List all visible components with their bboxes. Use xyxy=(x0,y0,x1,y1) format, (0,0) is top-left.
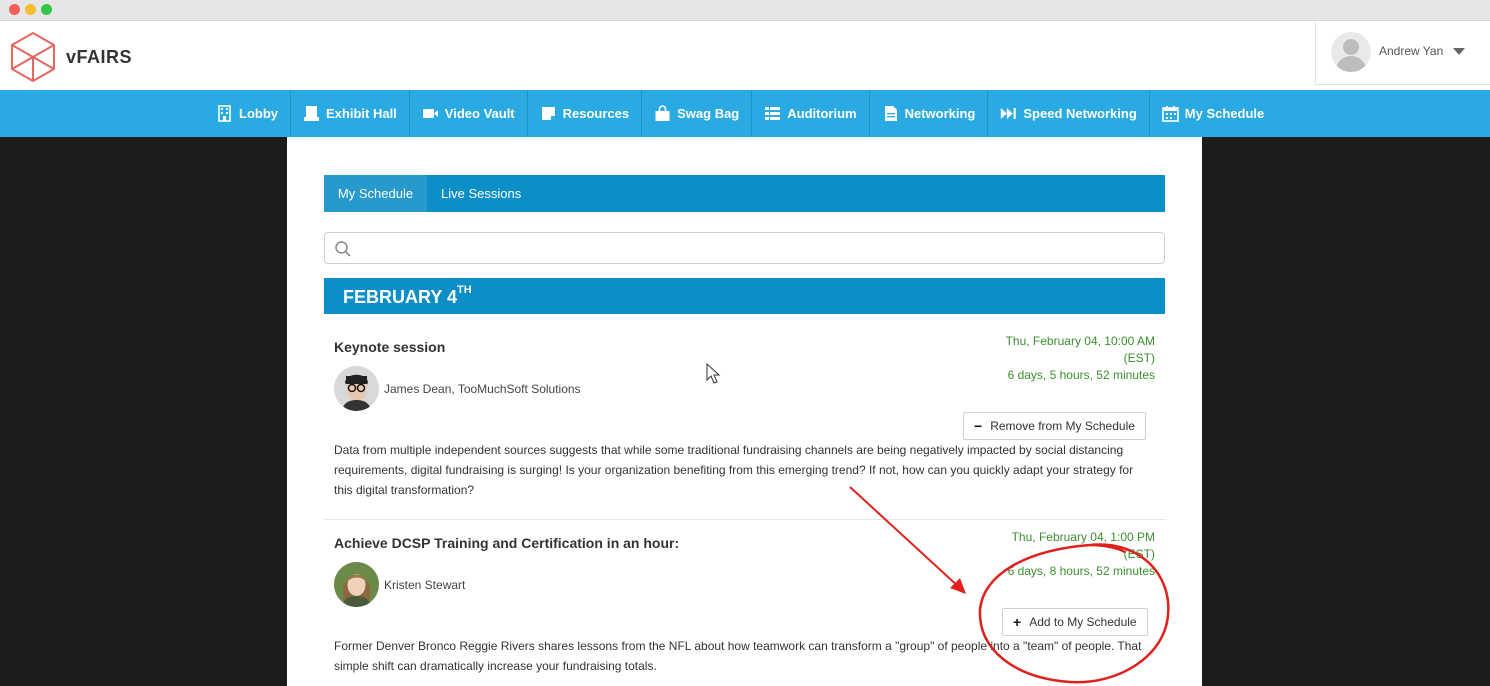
schedule-panel: My Schedule Live Sessions FEBRUARY 4 TH … xyxy=(287,137,1202,686)
nav-item-networking[interactable]: Networking xyxy=(870,90,989,137)
cube-outline-icon[interactable] xyxy=(10,31,56,82)
add-to-schedule-button[interactable]: + Add to My Schedule xyxy=(1002,608,1148,636)
caret-down-icon[interactable] xyxy=(1453,48,1465,55)
nav-item-exhibit-hall[interactable]: Exhibit Hall xyxy=(291,90,410,137)
booth-icon xyxy=(304,106,319,121)
remove-from-schedule-button[interactable]: − Remove from My Schedule xyxy=(963,412,1146,440)
nav-item-speed-networking[interactable]: Speed Networking xyxy=(988,90,1150,137)
search-input[interactable] xyxy=(355,237,1155,259)
date-suffix: TH xyxy=(457,284,472,296)
bag-icon xyxy=(655,105,670,121)
nav-label: Resources xyxy=(562,106,630,121)
nav-item-resources[interactable]: Resources xyxy=(528,90,643,137)
building-icon xyxy=(218,105,231,122)
session-description: Data from multiple independent sources s… xyxy=(334,443,1134,497)
session-title[interactable]: Keynote session xyxy=(334,339,445,355)
session-title[interactable]: Achieve DCSP Training and Certification … xyxy=(334,535,679,551)
nav-label: My Schedule xyxy=(1184,106,1265,121)
session-timezone: (EST) xyxy=(1123,547,1155,561)
user-avatar xyxy=(1331,32,1371,72)
user-silhouette-icon xyxy=(1335,39,1367,72)
search-icon xyxy=(335,241,351,257)
nav-label: Exhibit Hall xyxy=(326,106,397,121)
nav-item-swag-bag[interactable]: Swag Bag xyxy=(642,90,753,137)
speaker-photo-icon xyxy=(334,562,379,607)
logo-text[interactable]: vFAIRS xyxy=(66,47,132,68)
session-date: Thu, February 04, 10:00 AM xyxy=(1005,334,1155,348)
button-label: Remove from My Schedule xyxy=(990,419,1135,433)
nav-item-lobby[interactable]: Lobby xyxy=(204,90,291,137)
session-divider xyxy=(324,519,1165,520)
nav-label: Speed Networking xyxy=(1023,106,1137,121)
session-time: Thu, February 04, 10:00 AM (EST) 6 days,… xyxy=(955,333,1155,384)
video-camera-icon xyxy=(422,109,438,118)
document-icon xyxy=(541,107,555,120)
user-menu[interactable]: Andrew Yan xyxy=(1315,21,1490,85)
calendar-icon xyxy=(1161,106,1179,122)
nav-label: Auditorium xyxy=(787,106,857,121)
tab-live-sessions[interactable]: Live Sessions xyxy=(441,175,521,212)
fast-forward-icon xyxy=(1001,107,1017,120)
speaker-avatar[interactable] xyxy=(334,366,379,411)
speaker-name[interactable]: James Dean, TooMuchSoft Solutions xyxy=(384,382,581,396)
tab-my-schedule[interactable]: My Schedule xyxy=(324,175,427,212)
session-description: Former Denver Bronco Reggie Rivers share… xyxy=(334,639,1142,673)
nav-item-my-schedule[interactable]: My Schedule xyxy=(1150,90,1276,137)
minus-icon: − xyxy=(974,418,983,434)
window-titlebar xyxy=(0,0,1490,21)
nav-label: Lobby xyxy=(239,106,278,121)
session-timezone: (EST) xyxy=(1123,351,1155,365)
nav-label: Swag Bag xyxy=(677,106,740,121)
nav-label: Video Vault xyxy=(444,106,515,121)
nav-label: Networking xyxy=(904,106,976,121)
speaker-name[interactable]: Kristen Stewart xyxy=(384,578,465,592)
date-header: FEBRUARY 4 TH xyxy=(324,278,1165,314)
date-text: FEBRUARY 4 xyxy=(343,287,458,307)
schedule-tabs: My Schedule Live Sessions xyxy=(324,175,1165,212)
speaker-avatar[interactable] xyxy=(334,562,379,607)
speaker-photo-icon xyxy=(334,366,379,411)
search-box xyxy=(324,232,1165,264)
session-time: Thu, February 04, 1:00 PM (EST) 6 days, … xyxy=(955,529,1155,580)
button-label: Add to My Schedule xyxy=(1029,615,1137,629)
session-countdown: 6 days, 5 hours, 52 minutes xyxy=(1007,368,1155,382)
nav-item-video-vault[interactable]: Video Vault xyxy=(410,90,528,137)
file-icon xyxy=(884,106,897,121)
list-icon xyxy=(765,107,781,120)
nav-item-auditorium[interactable]: Auditorium xyxy=(752,90,870,137)
session-countdown: 6 days, 8 hours, 52 minutes xyxy=(1007,564,1155,578)
user-name: Andrew Yan xyxy=(1379,44,1444,58)
session-date: Thu, February 04, 1:00 PM xyxy=(1011,530,1155,544)
main-nav: Lobby Exhibit Hall Video Vault Resources… xyxy=(0,90,1490,137)
site-header: vFAIRS Andrew Yan xyxy=(0,21,1490,90)
minimize-window-button[interactable] xyxy=(25,4,36,15)
plus-icon: + xyxy=(1013,614,1022,630)
close-window-button[interactable] xyxy=(9,4,20,15)
maximize-window-button[interactable] xyxy=(41,4,52,15)
